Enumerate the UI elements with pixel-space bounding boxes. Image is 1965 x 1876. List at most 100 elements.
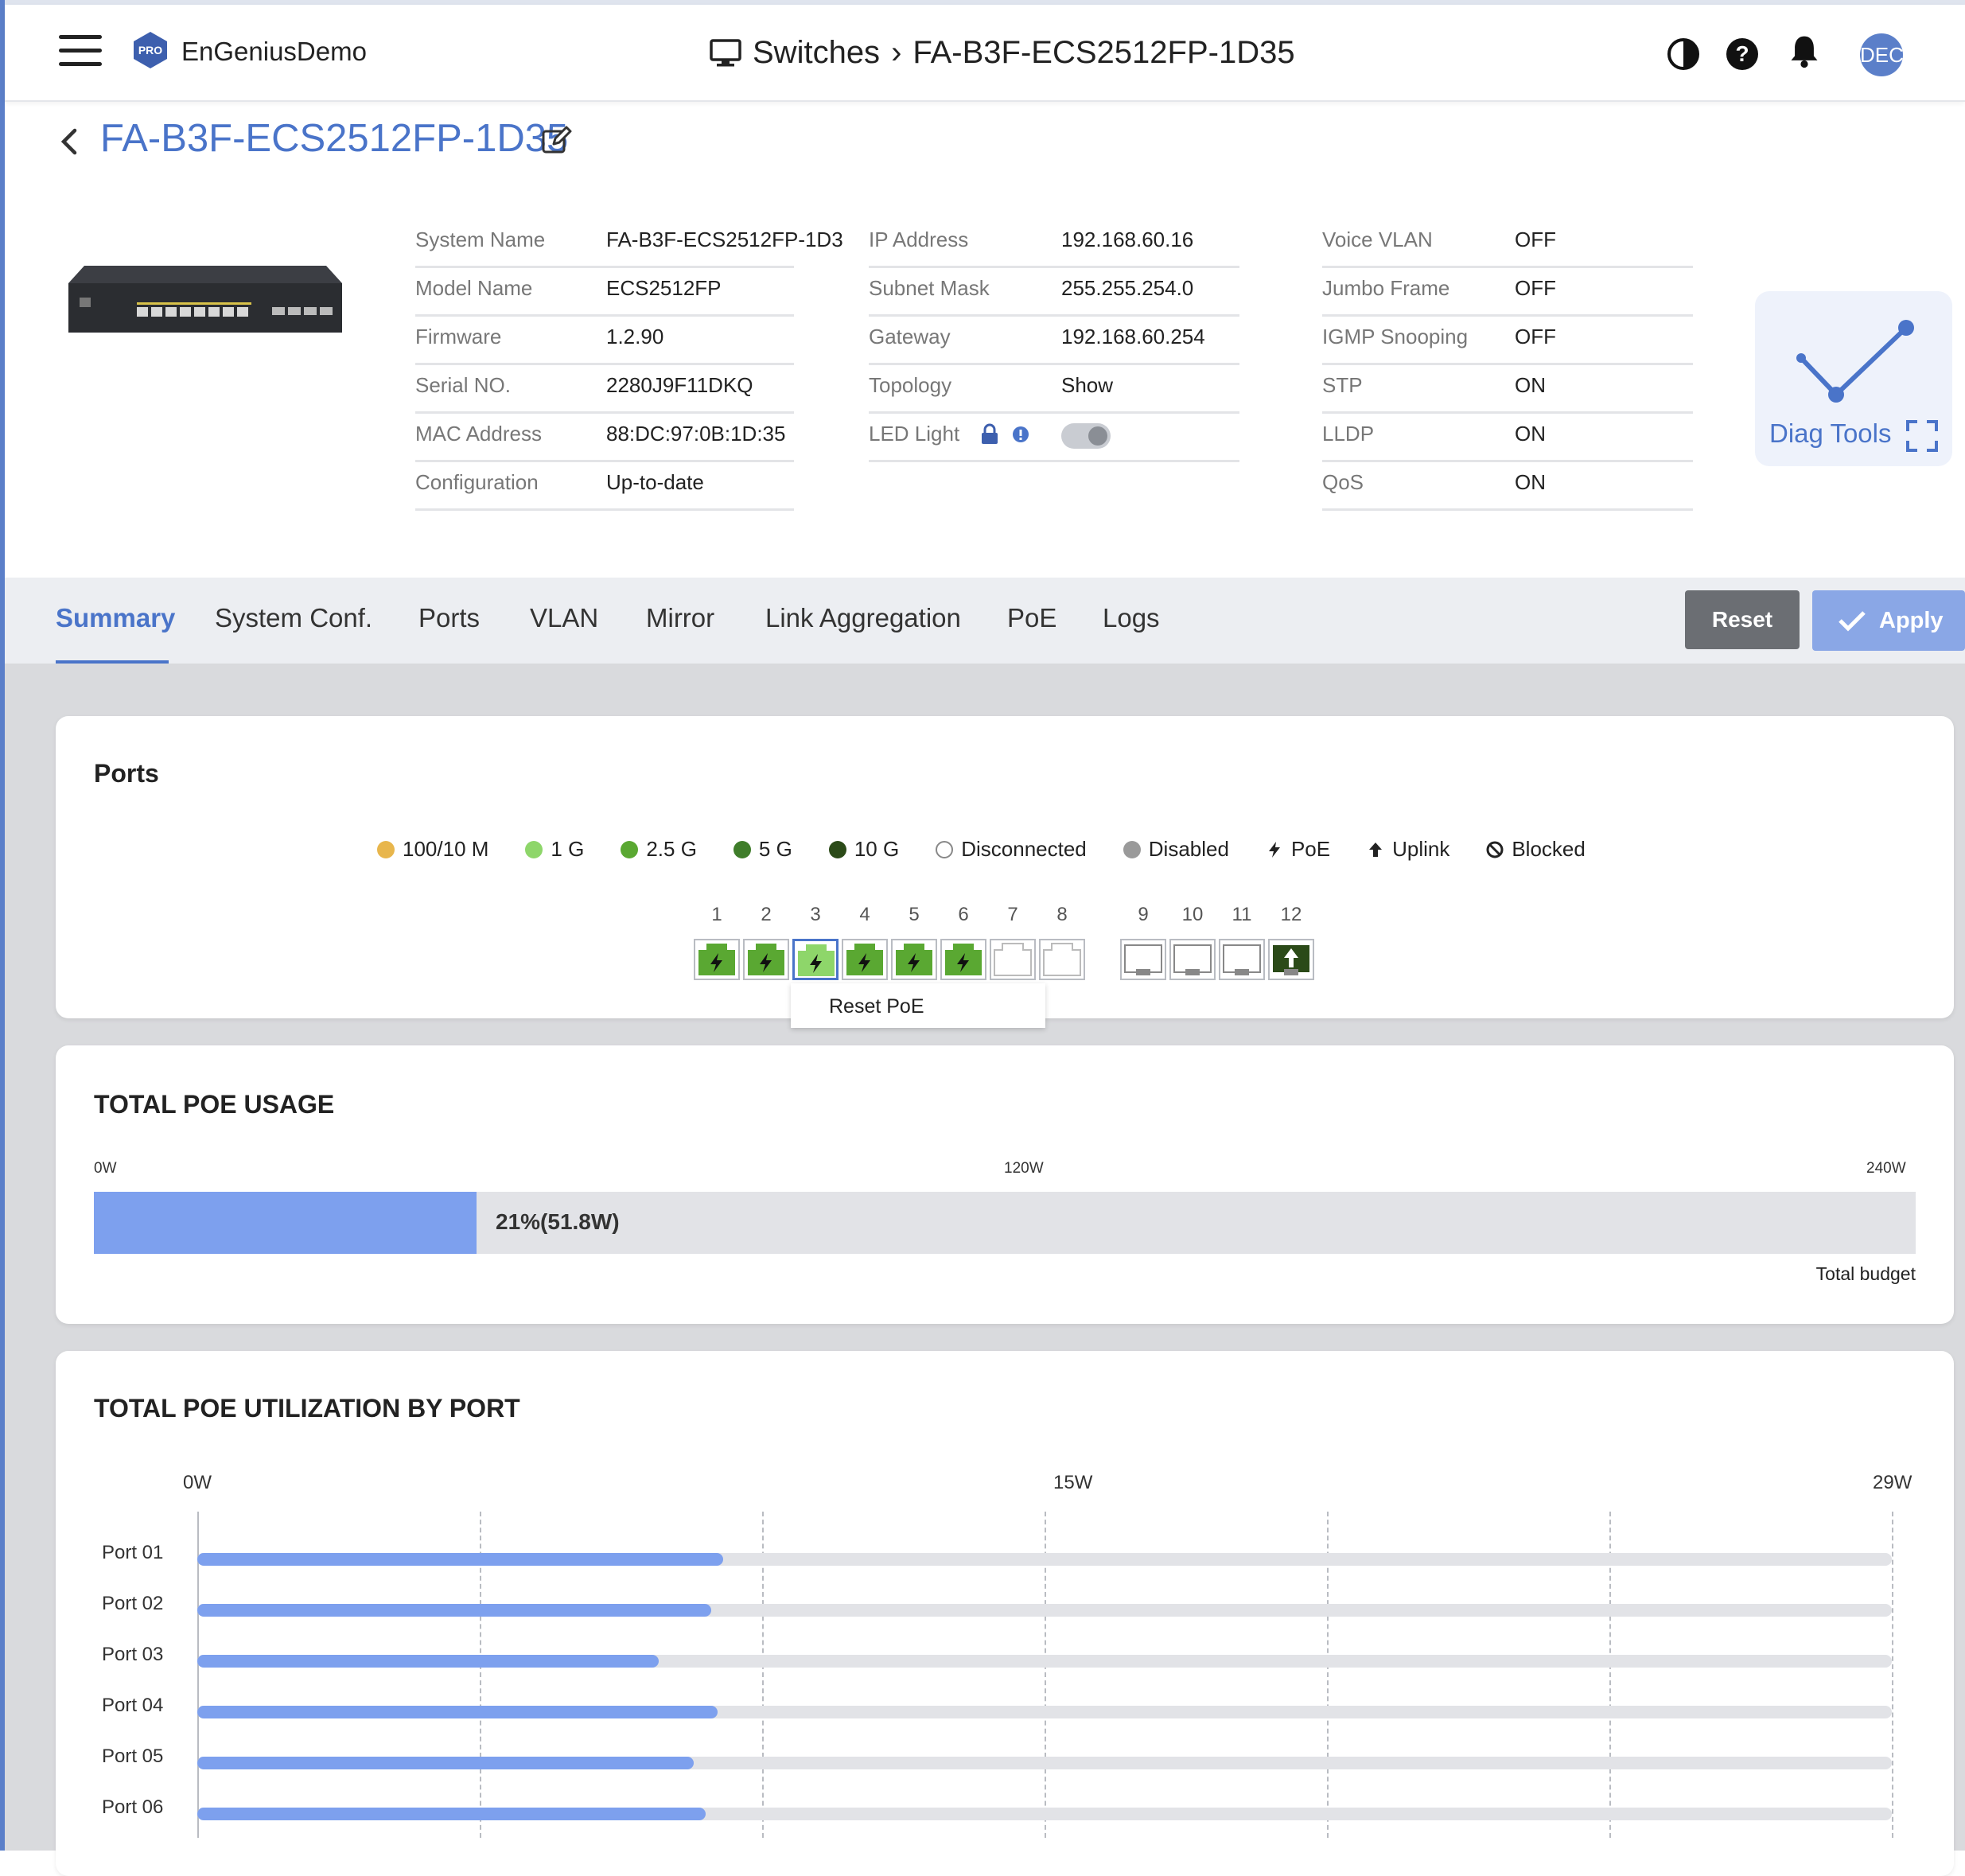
chart-bar: [197, 1655, 659, 1668]
chart-bar: [197, 1706, 718, 1718]
port-number-label: 9: [1138, 904, 1149, 925]
port-5[interactable]: [891, 939, 937, 980]
tab-system-conf[interactable]: System Conf.: [215, 603, 372, 633]
legend-2-5g: 2.5 G: [621, 837, 697, 862]
poe-usage-label: 21%(51.8W): [496, 1209, 620, 1234]
legend-disabled: Disabled: [1123, 837, 1229, 862]
hamburger-menu-icon[interactable]: [59, 35, 102, 67]
port-9[interactable]: [1120, 939, 1166, 980]
checkmark-icon: [1839, 611, 1866, 632]
legend-disconnected: Disconnected: [936, 837, 1087, 862]
tab-logs[interactable]: Logs: [1103, 603, 1160, 633]
legend-5g: 5 G: [733, 837, 792, 862]
usage-scale-max: 240W: [1866, 1160, 1906, 1177]
info-row: Subnet Mask 255.255.254.0: [869, 270, 1239, 317]
poe-usage-fill: [94, 1192, 477, 1254]
back-chevron-icon[interactable]: [57, 127, 81, 156]
port-number-label: 6: [958, 904, 969, 925]
poe-by-port-title: TOTAL POE UTILIZATION BY PORT: [94, 1394, 520, 1423]
help-icon[interactable]: ?: [1725, 37, 1760, 72]
port-7[interactable]: [990, 939, 1036, 980]
monitor-icon: [710, 38, 741, 66]
legend-100m: 100/10 M: [377, 837, 488, 862]
port-number-label: 8: [1056, 904, 1068, 925]
tab-link-aggregation[interactable]: Link Aggregation: [765, 603, 961, 633]
user-avatar[interactable]: DEC: [1860, 33, 1903, 76]
diag-tools-button[interactable]: Diag Tools: [1755, 291, 1952, 466]
info-row: Configuration Up-to-date: [415, 464, 794, 511]
info-row: System Name FA-B3F-ECS2512FP-1D3: [415, 221, 843, 268]
port-6[interactable]: [940, 939, 986, 980]
apply-button[interactable]: Apply: [1812, 590, 1965, 651]
bolt-icon: [1268, 841, 1280, 858]
tab-ports[interactable]: Ports: [418, 603, 480, 633]
expand-icon: [1906, 420, 1938, 452]
chart-category-label: Port 05: [102, 1746, 164, 1767]
tab-summary[interactable]: Summary: [56, 603, 175, 633]
reset-poe-menu-item[interactable]: Reset PoE: [791, 983, 1045, 1028]
port-number-label: 11: [1232, 904, 1252, 925]
breadcrumb-device: FA-B3F-ECS2512FP-1D35: [912, 35, 1295, 70]
port-1[interactable]: [694, 939, 740, 980]
port-legend: 100/10 M 1 G 2.5 G 5 G 10 G Disconnected…: [377, 837, 1622, 862]
info-row: IGMP Snooping OFF: [1322, 318, 1693, 365]
chart-bar: [197, 1604, 711, 1617]
svg-text:?: ?: [1735, 41, 1749, 66]
chart-tick-label: 29W: [1873, 1472, 1912, 1493]
port-number-label: 5: [909, 904, 920, 925]
up-arrow-icon: [1369, 842, 1383, 857]
svg-text:PRO: PRO: [138, 44, 162, 56]
chart-bar: [197, 1757, 694, 1769]
info-row: QoS ON: [1322, 464, 1693, 511]
info-row: STP ON: [1322, 367, 1693, 414]
port-number-label: 12: [1280, 904, 1302, 925]
chart-bar: [197, 1553, 723, 1566]
chart-tick-label: 0W: [183, 1472, 212, 1493]
org-name[interactable]: EnGeniusDemo: [181, 37, 367, 67]
port-2[interactable]: [743, 939, 789, 980]
breadcrumb-switches[interactable]: Switches: [753, 35, 880, 71]
poe-usage-title: TOTAL POE USAGE: [94, 1090, 335, 1119]
port-10[interactable]: [1169, 939, 1216, 980]
chart-category-label: Port 03: [102, 1644, 164, 1665]
chart-category-label: Port 04: [102, 1695, 164, 1716]
info-row: LLDP ON: [1322, 415, 1693, 462]
port-number-label: 4: [859, 904, 870, 925]
port-number-label: 10: [1181, 904, 1204, 925]
port-11[interactable]: [1219, 939, 1265, 980]
contrast-icon[interactable]: [1666, 37, 1701, 72]
port-number-label: 2: [761, 904, 772, 925]
chart-bar: [197, 1808, 706, 1820]
chart-tick-label: 15W: [1053, 1472, 1093, 1493]
info-row: LED Light: [869, 415, 1239, 462]
info-row: MAC Address 88:DC:97:0B:1D:35: [415, 415, 794, 462]
info-icon[interactable]: [1012, 426, 1029, 443]
info-row: Voice VLAN OFF: [1322, 221, 1693, 268]
edit-icon[interactable]: [541, 124, 573, 156]
tab-poe[interactable]: PoE: [1007, 603, 1056, 633]
info-column-system: System Name FA-B3F-ECS2512FP-1D3 Model Na…: [415, 221, 843, 512]
notification-bell-icon[interactable]: [1787, 33, 1822, 68]
diag-tools-label: Diag Tools: [1769, 418, 1892, 448]
reset-button[interactable]: Reset: [1685, 590, 1800, 649]
tab-mirror[interactable]: Mirror: [646, 603, 714, 633]
info-row: Gateway 192.168.60.254: [869, 318, 1239, 365]
port-3[interactable]: [792, 939, 839, 980]
legend-uplink: Uplink: [1367, 837, 1449, 862]
info-row: Firmware 1.2.90: [415, 318, 794, 365]
info-column-features: Voice VLAN OFF Jumbo Frame OFF IGMP Snoopi…: [1322, 221, 1693, 512]
chart-category-label: Port 01: [102, 1542, 164, 1563]
port-8[interactable]: [1039, 939, 1085, 980]
port-4[interactable]: [842, 939, 888, 980]
port-number-label: 1: [711, 904, 722, 925]
info-row: Model Name ECS2512FP: [415, 270, 794, 317]
tab-vlan[interactable]: VLAN: [530, 603, 598, 633]
port-12[interactable]: [1268, 939, 1314, 980]
info-row: Jumbo Frame OFF: [1322, 270, 1693, 317]
led-light-toggle[interactable]: [1061, 423, 1111, 449]
total-budget-label: Total budget: [1815, 1263, 1916, 1284]
usage-scale-min: 0W: [94, 1160, 117, 1177]
poe-usage-bar: 21%(51.8W): [94, 1192, 1916, 1254]
topology-show-link[interactable]: Show: [1061, 373, 1113, 398]
blocked-icon: [1486, 841, 1504, 858]
